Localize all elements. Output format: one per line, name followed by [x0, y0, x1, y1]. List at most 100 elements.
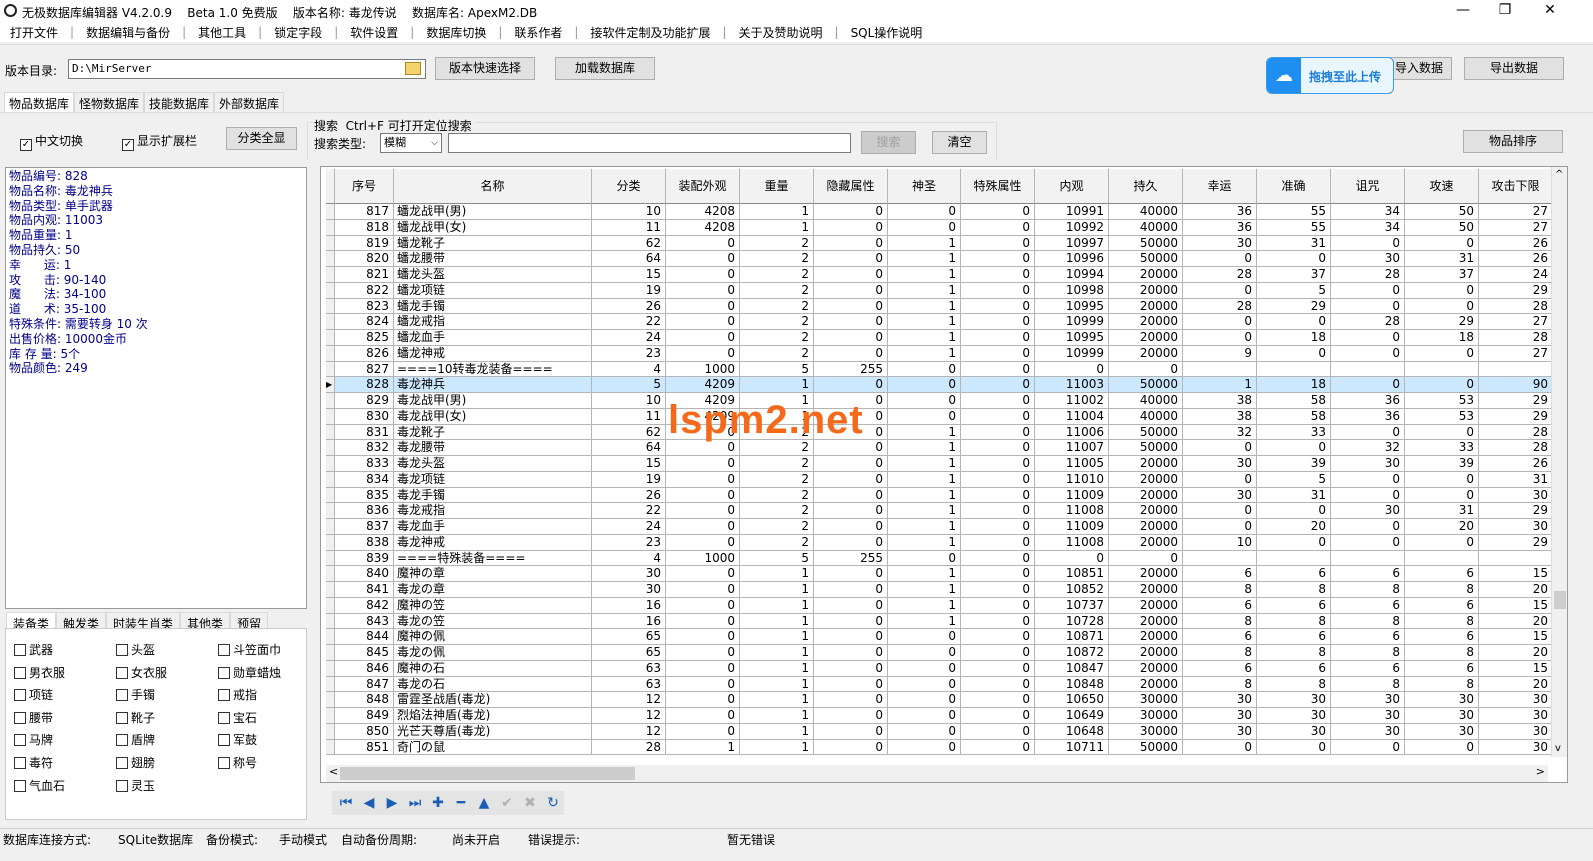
- table-cell[interactable]: 20000: [1109, 298, 1183, 315]
- table-cell[interactable]: 毒龙项链: [394, 471, 592, 488]
- row-indicator[interactable]: [326, 219, 335, 236]
- table-cell[interactable]: 10852: [1035, 582, 1109, 598]
- table-cell[interactable]: 0: [1257, 503, 1331, 519]
- table-cell[interactable]: 2: [740, 267, 814, 283]
- table-cell[interactable]: 0: [1183, 739, 1257, 756]
- row-indicator[interactable]: [326, 440, 335, 456]
- table-cell[interactable]: 0: [1257, 440, 1331, 456]
- table-cell[interactable]: 30: [1405, 723, 1479, 740]
- table-cell[interactable]: 0: [961, 566, 1035, 582]
- table-cell[interactable]: 28: [1183, 267, 1257, 283]
- table-cell[interactable]: 4: [592, 550, 666, 567]
- checkbox-icon[interactable]: [218, 666, 230, 679]
- table-cell[interactable]: 30: [1183, 708, 1257, 724]
- scroll-up-icon[interactable]: ^: [1555, 169, 1563, 180]
- table-cell[interactable]: 20: [1405, 519, 1479, 535]
- table-cell[interactable]: 魔神の石: [394, 660, 592, 677]
- table-cell[interactable]: 23: [592, 534, 666, 551]
- table-cell[interactable]: 819: [335, 235, 394, 252]
- table-cell[interactable]: 817: [335, 204, 394, 220]
- table-cell[interactable]: 20: [1479, 676, 1553, 693]
- table-cell[interactable]: 0: [1257, 739, 1331, 756]
- table-cell[interactable]: 1: [740, 692, 814, 708]
- table-row[interactable]: 837 毒龙血手 24 0 2 0 1 0 11009 20000 0 20 0 20 30: [326, 519, 1553, 535]
- table-cell[interactable]: 1: [888, 534, 961, 551]
- menu-item[interactable]: 其他工具: [194, 24, 250, 41]
- table-cell[interactable]: 6: [1331, 597, 1405, 614]
- table-cell[interactable]: 10871: [1035, 629, 1109, 645]
- table-cell[interactable]: 0: [666, 298, 740, 315]
- table-row[interactable]: 830 毒龙战甲(女) 11 4209 1 0 0 0 11004 40000 38 58 36 53 29: [326, 408, 1553, 425]
- minimize-button[interactable]: —: [1448, 2, 1478, 18]
- column-header[interactable]: 装配外观: [666, 169, 740, 204]
- table-cell[interactable]: 1000: [666, 361, 740, 378]
- table-cell[interactable]: 4: [592, 361, 666, 378]
- table-cell[interactable]: 38: [1183, 393, 1257, 409]
- table-cell[interactable]: 30: [1257, 692, 1331, 708]
- category-checkbox[interactable]: 勋章蜡烛: [218, 664, 281, 681]
- table-cell[interactable]: 8: [1331, 613, 1405, 630]
- table-cell[interactable]: 255: [814, 550, 888, 567]
- table-cell[interactable]: 20000: [1109, 267, 1183, 283]
- table-cell[interactable]: 毒龙の石: [394, 676, 592, 693]
- table-cell[interactable]: 0: [666, 566, 740, 582]
- table-cell[interactable]: 0: [814, 739, 888, 756]
- table-row[interactable]: 826 蟠龙神戒 23 0 2 0 1 0 10999 20000 9 0 0 0 27: [326, 345, 1553, 362]
- table-cell[interactable]: 0: [666, 708, 740, 724]
- row-indicator[interactable]: [326, 723, 335, 740]
- category-checkbox[interactable]: 戒指: [218, 686, 257, 703]
- table-cell[interactable]: 11002: [1035, 393, 1109, 409]
- table-cell[interactable]: 毒龙头盔: [394, 456, 592, 472]
- table-cell[interactable]: 27: [1479, 219, 1553, 236]
- table-cell[interactable]: 821: [335, 267, 394, 283]
- table-cell[interactable]: 0: [961, 487, 1035, 504]
- table-cell[interactable]: 0: [961, 298, 1035, 315]
- table-cell[interactable]: 0: [666, 251, 740, 267]
- table-row[interactable]: 833 毒龙头盔 15 0 2 0 1 0 11005 20000 30 39 30 39 26: [326, 456, 1553, 472]
- checkbox-icon[interactable]: [14, 644, 26, 656]
- checkbox-icon[interactable]: [116, 734, 128, 747]
- load-db-button[interactable]: 加载数据库: [555, 57, 655, 80]
- table-cell[interactable]: 846: [335, 660, 394, 677]
- table-cell[interactable]: 毒龙战甲(女): [394, 408, 592, 425]
- table-cell[interactable]: 58: [1257, 393, 1331, 409]
- table-cell[interactable]: 844: [335, 629, 394, 645]
- table-cell[interactable]: 50000: [1109, 424, 1183, 441]
- table-cell[interactable]: 10872: [1035, 645, 1109, 661]
- table-cell[interactable]: 0: [888, 723, 961, 740]
- table-cell[interactable]: 1: [740, 739, 814, 756]
- table-cell[interactable]: 32: [1331, 440, 1405, 456]
- table-cell[interactable]: 36: [1183, 219, 1257, 236]
- table-row[interactable]: 850 光芒天尊盾(毒龙) 12 0 1 0 0 0 10648 30000 30 30 30 30 30: [326, 723, 1553, 740]
- table-cell[interactable]: 26: [1479, 251, 1553, 267]
- table-row[interactable]: 832 毒龙腰带 64 0 2 0 1 0 11007 50000 0 0 32 33 28: [326, 440, 1553, 456]
- table-cell[interactable]: 30: [1405, 692, 1479, 708]
- table-cell[interactable]: 1: [888, 456, 961, 472]
- table-cell[interactable]: 0: [1331, 235, 1405, 252]
- table-cell[interactable]: 0: [1035, 361, 1109, 378]
- row-indicator[interactable]: ▶: [326, 377, 335, 393]
- table-cell[interactable]: 1: [1183, 377, 1257, 393]
- table-cell[interactable]: 0: [1405, 345, 1479, 362]
- row-indicator[interactable]: [326, 267, 335, 283]
- table-cell[interactable]: 834: [335, 471, 394, 488]
- table-cell[interactable]: 28: [1479, 330, 1553, 346]
- table-cell[interactable]: 1: [888, 298, 961, 315]
- table-cell[interactable]: 30: [1331, 251, 1405, 267]
- table-cell[interactable]: 0: [1331, 487, 1405, 504]
- table-cell[interactable]: 18: [1405, 330, 1479, 346]
- checkbox-icon[interactable]: [116, 757, 128, 769]
- table-cell[interactable]: 63: [592, 676, 666, 693]
- post-record-icon[interactable]: ✔: [498, 795, 516, 811]
- table-cell[interactable]: 63: [592, 660, 666, 677]
- table-row[interactable]: 824 蟠龙戒指 22 0 2 0 1 0 10999 20000 0 0 28 29 27: [326, 314, 1553, 330]
- menu-item[interactable]: 软件设置: [346, 24, 402, 41]
- checkbox-icon[interactable]: [218, 689, 230, 702]
- table-cell[interactable]: 0: [1331, 739, 1405, 756]
- category-checkbox[interactable]: 翅膀: [116, 754, 155, 771]
- table-cell[interactable]: 毒龙血手: [394, 519, 592, 535]
- table-cell[interactable]: 20000: [1109, 314, 1183, 330]
- menu-item[interactable]: 接软件定制及功能扩展: [586, 24, 714, 41]
- table-cell[interactable]: [1183, 550, 1257, 567]
- table-cell[interactable]: 29: [1479, 534, 1553, 551]
